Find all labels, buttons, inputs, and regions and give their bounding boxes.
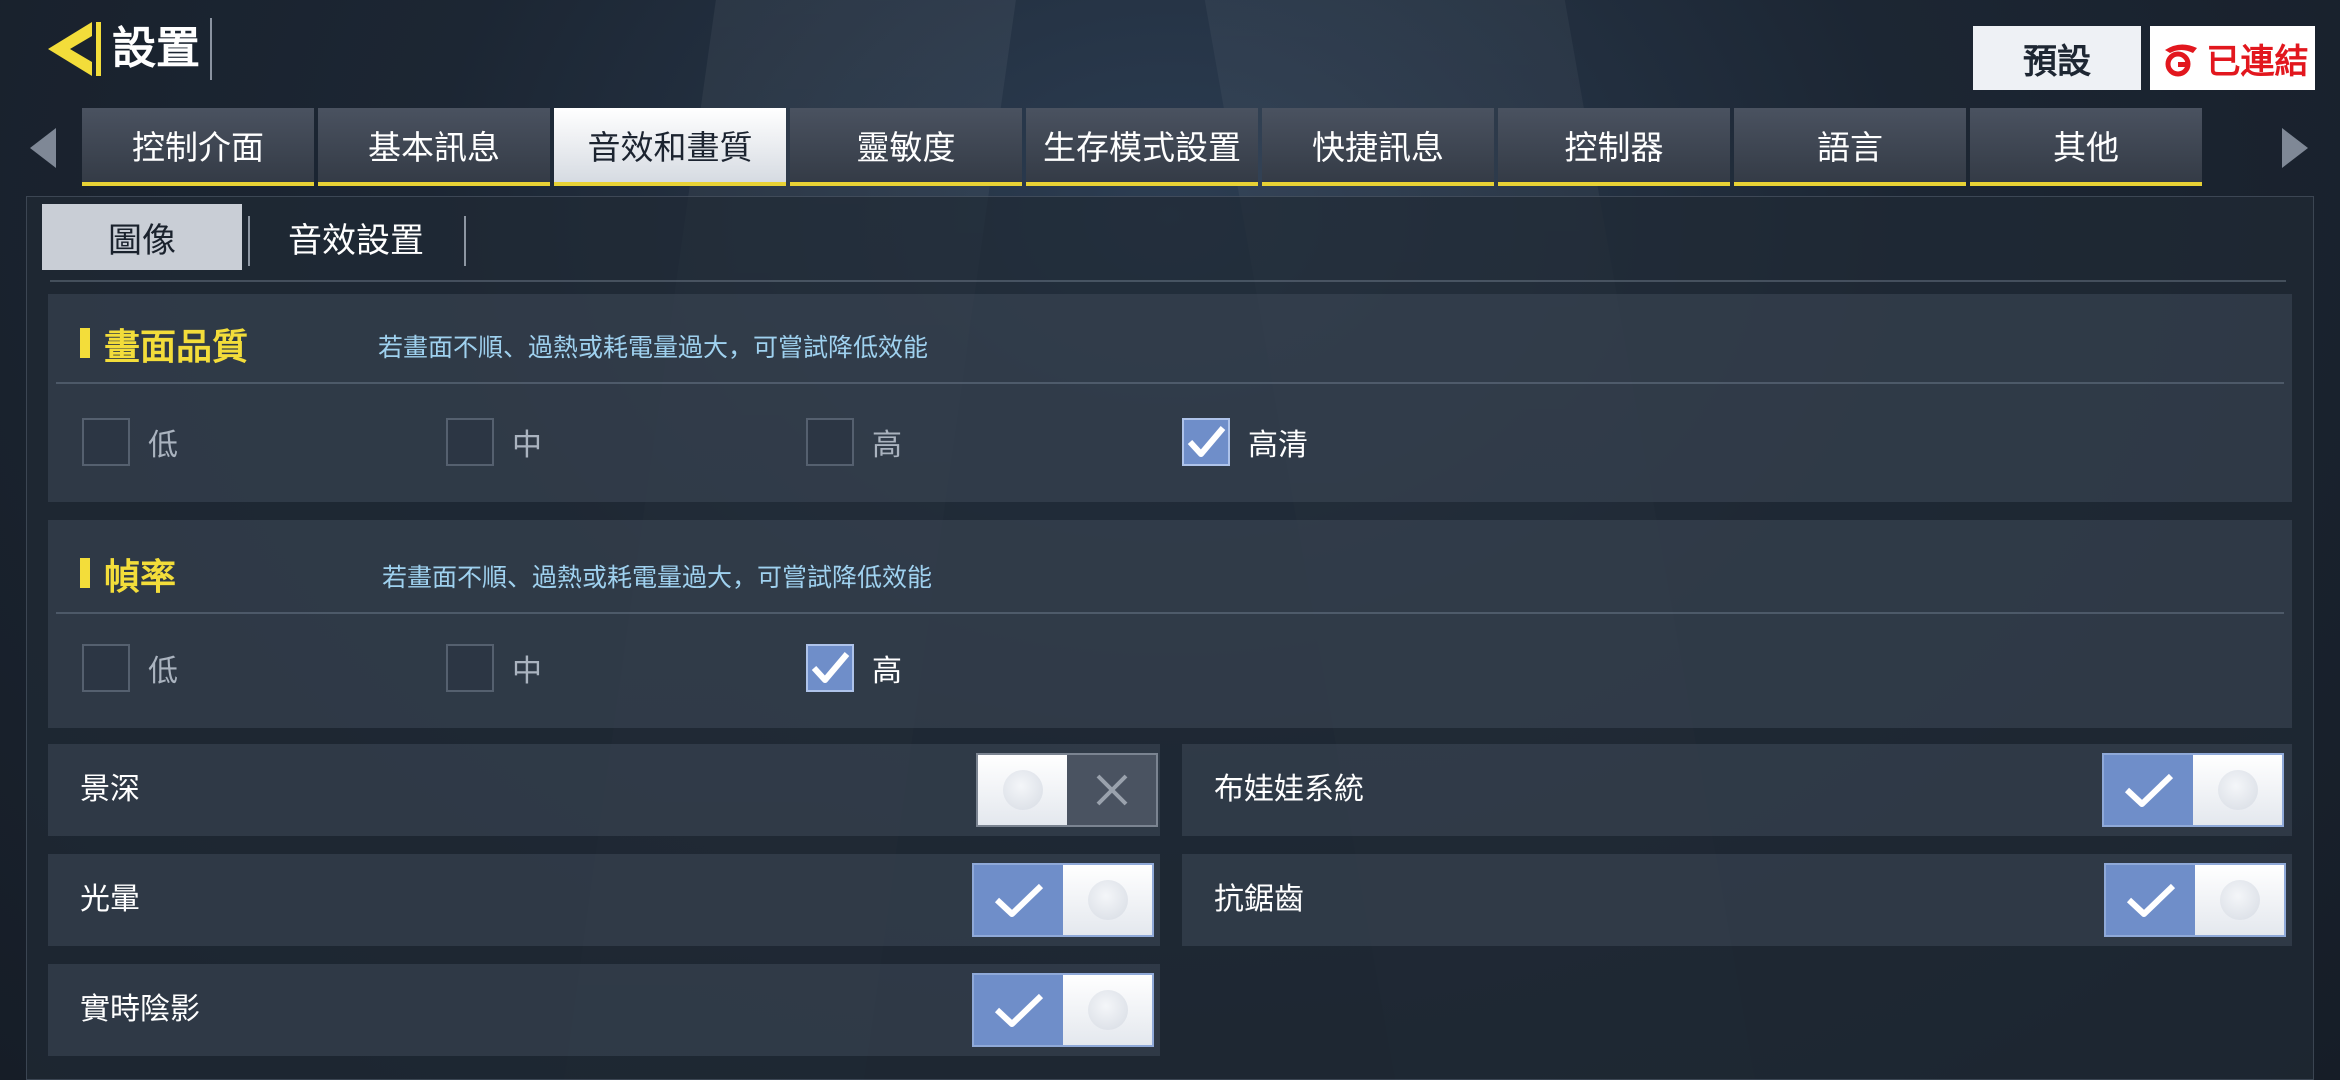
- garena-logo-icon: [2164, 44, 2197, 77]
- graphics-quality-hint: 若畫面不順、過熱或耗電量過大，可嘗試降低效能: [378, 333, 929, 362]
- section-marker: [80, 558, 90, 588]
- settings-tab-bar: 控制介面 基本訊息 音效和畫質 靈敏度 生存模式設置 快捷訊息 控制器 語言 其…: [82, 108, 2206, 186]
- framerate-option-low[interactable]: 低: [82, 644, 178, 692]
- tab-audio-graphics[interactable]: 音效和畫質: [554, 108, 786, 186]
- toggle-knob: [978, 755, 1067, 825]
- toggle-knob: [1063, 865, 1152, 935]
- subtab-audio-settings[interactable]: 音效設置: [250, 204, 462, 270]
- toggle-knob: [2195, 865, 2284, 935]
- option-label: 中: [512, 654, 542, 689]
- frame-rate-title: 幀率: [104, 557, 177, 598]
- realtime-shadows-label: 實時陰影: [80, 992, 200, 1027]
- framerate-option-high[interactable]: 高: [806, 644, 902, 692]
- frame-rate-hint: 若畫面不順、過熱或耗電量過大，可嘗試降低效能: [382, 563, 933, 592]
- quality-option-medium[interactable]: 中: [446, 418, 542, 466]
- tabs-scroll-left-arrow[interactable]: [26, 126, 62, 170]
- tabs-scroll-right-arrow[interactable]: [2276, 126, 2312, 170]
- anti-aliasing-row: 抗鋸齒: [1182, 854, 2292, 946]
- subtab-underline: [50, 280, 2286, 282]
- tab-sensitivity[interactable]: 靈敏度: [790, 108, 1022, 186]
- checkbox[interactable]: [446, 418, 494, 466]
- checkbox-checked[interactable]: [1182, 418, 1230, 466]
- account-linked-badge[interactable]: 已連結: [2150, 26, 2315, 90]
- toggle-on-side: [974, 865, 1063, 935]
- tab-controls[interactable]: 控制介面: [82, 108, 314, 186]
- option-label: 高: [872, 654, 902, 689]
- checkmark-icon: [994, 883, 1043, 917]
- graphics-quality-section: 畫面品質 若畫面不順、過熱或耗電量過大，可嘗試降低效能 低 中 高 高清: [48, 294, 2292, 502]
- x-icon: [1096, 774, 1127, 806]
- tab-basic-info[interactable]: 基本訊息: [318, 108, 550, 186]
- section-divider: [56, 382, 2284, 384]
- anti-aliasing-toggle[interactable]: [2104, 863, 2286, 937]
- page-title: 設置: [112, 18, 212, 80]
- subtab-divider: [464, 216, 466, 266]
- realtime-shadows-row: 實時陰影: [48, 964, 1160, 1056]
- option-label: 高: [872, 428, 902, 463]
- realtime-shadows-toggle[interactable]: [972, 973, 1154, 1047]
- bloom-toggle[interactable]: [972, 863, 1154, 937]
- checkmark-icon: [994, 993, 1043, 1027]
- subtab-graphics[interactable]: 圖像: [42, 204, 242, 270]
- toggle-on-side: [974, 975, 1063, 1045]
- section-marker: [80, 328, 90, 358]
- ragdoll-row: 布娃娃系統: [1182, 744, 2292, 836]
- toggle-knob: [1063, 975, 1152, 1045]
- chevron-left-icon: [30, 128, 56, 168]
- bloom-label: 光暈: [80, 882, 140, 917]
- quality-option-low[interactable]: 低: [82, 418, 178, 466]
- anti-aliasing-label: 抗鋸齒: [1214, 882, 1304, 917]
- tab-survival-mode[interactable]: 生存模式設置: [1026, 108, 1258, 186]
- checkbox[interactable]: [82, 644, 130, 692]
- bloom-row: 光暈: [48, 854, 1160, 946]
- ragdoll-toggle[interactable]: [2102, 753, 2284, 827]
- ragdoll-label: 布娃娃系統: [1214, 772, 1364, 807]
- toggle-on-side: [2104, 755, 2193, 825]
- checkmark-icon: [811, 652, 850, 683]
- linked-label: 已連結: [2206, 41, 2309, 82]
- quality-option-high[interactable]: 高: [806, 418, 902, 466]
- toggle-on-side: [2106, 865, 2195, 935]
- checkbox[interactable]: [82, 418, 130, 466]
- quality-option-hd[interactable]: 高清: [1182, 418, 1308, 466]
- checkbox[interactable]: [806, 418, 854, 466]
- framerate-option-medium[interactable]: 中: [446, 644, 542, 692]
- checkbox-checked[interactable]: [806, 644, 854, 692]
- tab-quick-messages[interactable]: 快捷訊息: [1262, 108, 1494, 186]
- back-button[interactable]: [40, 18, 110, 80]
- depth-of-field-row: 景深: [48, 744, 1160, 836]
- checkmark-icon: [1187, 426, 1226, 457]
- tab-controller[interactable]: 控制器: [1498, 108, 1730, 186]
- depth-of-field-toggle[interactable]: [976, 753, 1158, 827]
- toggle-off-side: [1067, 755, 1156, 825]
- back-arrow-icon: [48, 22, 101, 76]
- tab-language[interactable]: 語言: [1734, 108, 1966, 186]
- chevron-right-icon: [2282, 128, 2308, 168]
- option-label: 低: [148, 428, 178, 463]
- checkbox[interactable]: [446, 644, 494, 692]
- tab-other[interactable]: 其他: [1970, 108, 2202, 186]
- option-label: 低: [148, 654, 178, 689]
- frame-rate-section: 幀率 若畫面不順、過熱或耗電量過大，可嘗試降低效能 低 中 高: [48, 520, 2292, 728]
- option-label: 中: [512, 428, 542, 463]
- depth-of-field-label: 景深: [80, 772, 140, 807]
- checkmark-icon: [2126, 883, 2175, 917]
- option-label: 高清: [1248, 428, 1308, 463]
- toggle-knob: [2193, 755, 2282, 825]
- preset-button[interactable]: 預設: [1973, 26, 2141, 90]
- section-divider: [56, 612, 2284, 614]
- checkmark-icon: [2124, 773, 2173, 807]
- graphics-quality-title: 畫面品質: [104, 327, 249, 368]
